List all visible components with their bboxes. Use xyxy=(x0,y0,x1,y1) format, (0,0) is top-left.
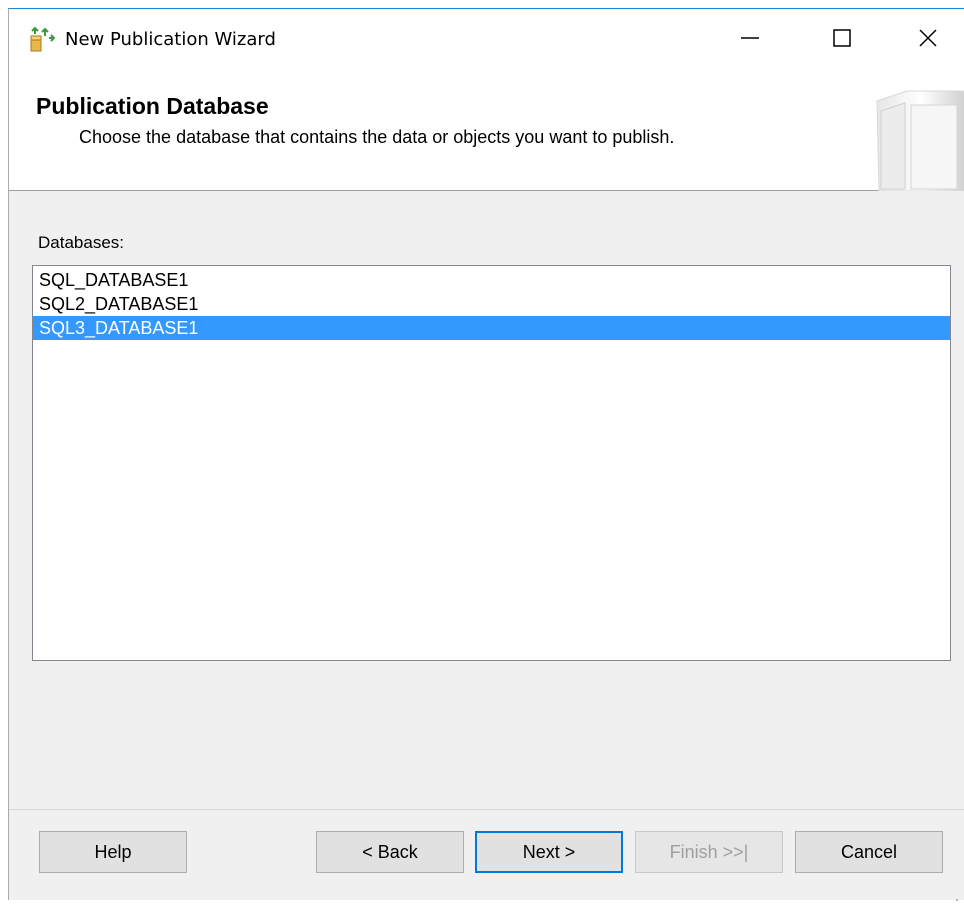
wizard-header: Publication Database Choose the database… xyxy=(9,71,964,192)
databases-listbox[interactable]: SQL_DATABASE1 SQL2_DATABASE1 SQL3_DATABA… xyxy=(32,265,951,661)
maximize-icon xyxy=(832,28,852,53)
title-bar[interactable]: New Publication Wizard xyxy=(9,9,964,71)
page-title: Publication Database xyxy=(36,93,269,119)
maximize-button[interactable] xyxy=(801,9,883,71)
next-button[interactable]: Next > xyxy=(475,831,623,873)
databases-label: Databases: xyxy=(38,233,124,252)
minimize-icon xyxy=(740,28,760,53)
list-item-sql-database1[interactable]: SQL_DATABASE1 xyxy=(33,268,950,292)
window-title: New Publication Wizard xyxy=(65,29,276,50)
help-button[interactable]: Help xyxy=(39,831,187,873)
minimize-button[interactable] xyxy=(709,9,791,71)
back-button[interactable]: < Back xyxy=(316,831,464,873)
wizard-footer: Help < Back Next > Finish >>| Cancel xyxy=(9,809,964,901)
finish-button[interactable]: Finish >>| xyxy=(635,831,783,873)
page-subtitle: Choose the database that contains the da… xyxy=(79,127,675,147)
wizard-window: New Publication Wizard Publication Datab… xyxy=(8,8,964,901)
publication-wizard-icon xyxy=(27,26,56,54)
resize-grip-icon[interactable] xyxy=(954,890,960,901)
close-button[interactable] xyxy=(887,9,964,71)
close-icon xyxy=(918,28,938,53)
header-graphic xyxy=(867,81,964,192)
list-item-sql3-database1[interactable]: SQL3_DATABASE1 xyxy=(33,316,950,340)
list-item-sql2-database1[interactable]: SQL2_DATABASE1 xyxy=(33,292,950,316)
wizard-body: Databases: SQL_DATABASE1 SQL2_DATABASE1 … xyxy=(9,191,964,901)
cancel-button[interactable]: Cancel xyxy=(795,831,943,873)
